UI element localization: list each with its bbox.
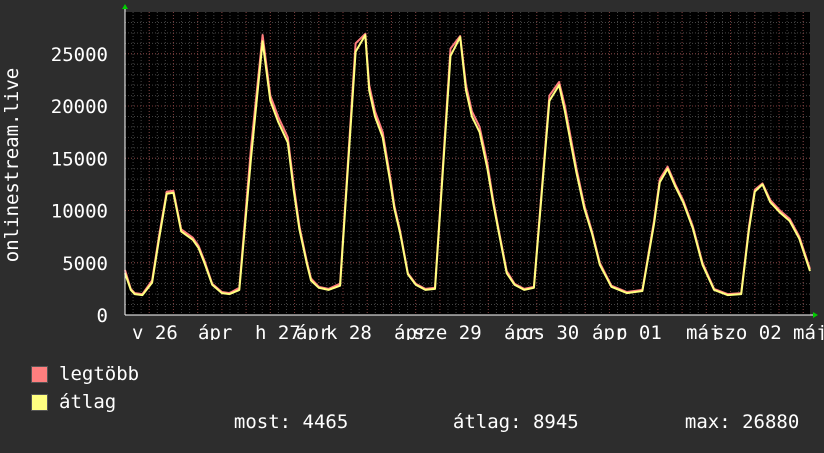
legend-item-atlag: átlag xyxy=(31,392,116,412)
legend-swatch-legtobb xyxy=(31,366,48,383)
y-axis-arrow xyxy=(122,4,128,9)
minor-grid xyxy=(124,12,810,315)
x-tick-label: h 27 xyxy=(255,322,301,340)
x-axis-arrow xyxy=(813,312,818,318)
y-tick-label: 0 xyxy=(97,305,108,327)
x-tick-label: sze 29 xyxy=(413,322,482,340)
x-tick-labels: v 26 ápr h 27áprk 28 áprsze 29 áprcs 30 áprp … xyxy=(132,322,824,340)
y-tick-label: 20000 xyxy=(51,96,108,118)
y-tick-label: 25000 xyxy=(51,44,108,66)
x-tick-label: p 01 xyxy=(616,322,662,340)
x-tick-label: szo 02 xyxy=(713,322,782,340)
x-tick-label: v 26 xyxy=(132,322,178,340)
stat-now: most: 4465 xyxy=(211,392,348,432)
y-tick-label: 15000 xyxy=(51,148,108,170)
x-tick-label: ápr xyxy=(198,322,232,340)
legend-swatch-atlag xyxy=(31,394,48,411)
legend-label-atlag: átlag xyxy=(59,391,117,413)
stat-avg: átlag: 8945 xyxy=(430,392,579,432)
x-tick-label: máj xyxy=(793,322,824,340)
stat-max: max: 26880 xyxy=(662,392,799,432)
legend-label-legtobb: legtöbb xyxy=(59,363,140,385)
x-tick-label: k 28 xyxy=(326,322,372,340)
y-tick-label: 10000 xyxy=(51,201,108,223)
x-tick-label: cs 30 xyxy=(522,322,579,340)
y-tick-labels: 0 5000 10000 15000 20000 25000 xyxy=(51,44,108,327)
legend-item-legtobb: legtöbb xyxy=(31,364,139,384)
plot-area xyxy=(125,12,810,315)
y-axis-label: onlinestream.live xyxy=(1,68,23,262)
chart: 0500010000150002000025000 v 26 ápr h 27ápr… xyxy=(1,4,824,340)
y-tick-label: 5000 xyxy=(62,253,108,275)
